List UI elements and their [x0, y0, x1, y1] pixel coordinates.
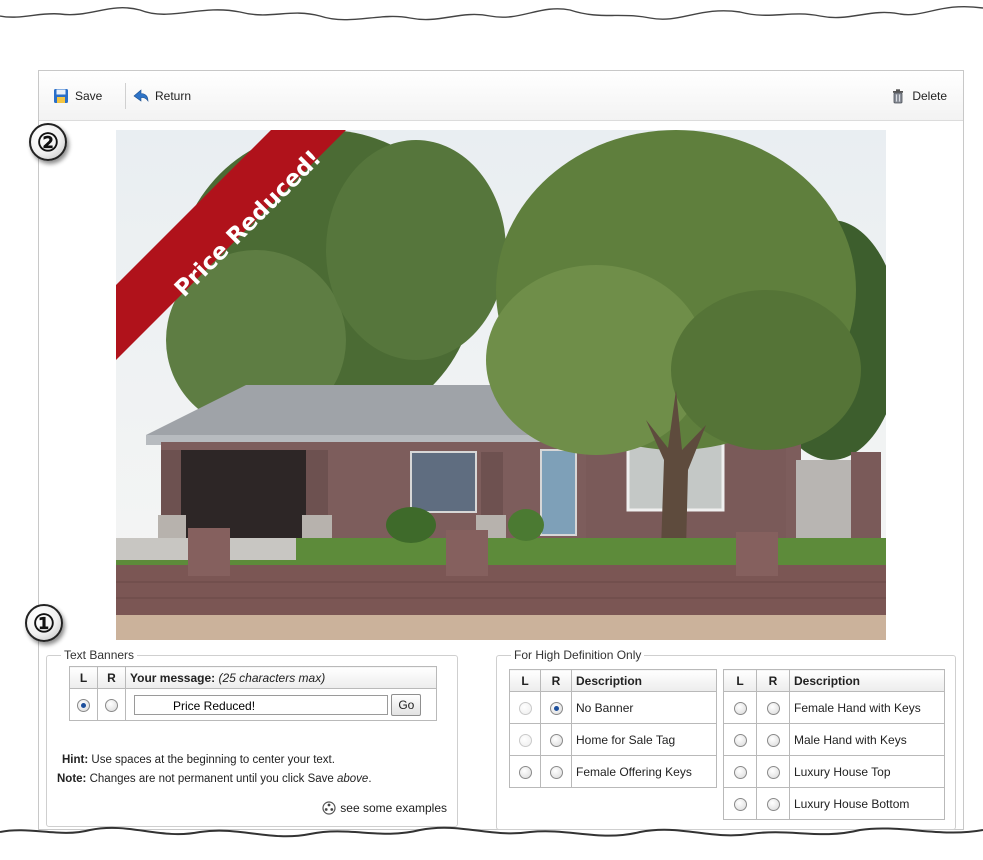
hd-left-col-r: R [540, 669, 572, 692]
torn-edge-top [0, 0, 983, 21]
male-hand-keys-right-radio[interactable] [766, 733, 780, 747]
message-cell: Go [125, 688, 437, 721]
toolbar: Save Return Delete [39, 71, 963, 121]
hd-row-luxury-house-top: Luxury House Top [723, 755, 945, 788]
hd-right-col-r: R [756, 669, 790, 692]
luxury-house-bottom-left-radio[interactable] [733, 797, 747, 811]
col-r-header: R [97, 666, 126, 689]
hd-description: Luxury House Top [789, 755, 945, 788]
banner-left-cell [69, 688, 98, 721]
home-for-sale-left-radio[interactable] [518, 733, 532, 747]
hd-row-male-hand-keys: Male Hand with Keys [723, 723, 945, 756]
delete-label: Delete [912, 89, 947, 103]
no-banner-right-radio[interactable] [549, 701, 563, 715]
see-examples-link[interactable]: see some examples [322, 801, 447, 815]
hd-right-table: L R Description Female Hand with Keys Ma… [723, 669, 945, 820]
female-offering-keys-left-radio[interactable] [518, 765, 532, 779]
banner-left-radio[interactable] [77, 698, 90, 712]
text-banners-fieldset: Text Banners L R Your message: (25 chara… [46, 648, 458, 827]
text-banner-table: L R Your message: (25 characters max) Go [69, 666, 437, 721]
note-label: Note: [57, 773, 87, 785]
return-label: Return [155, 89, 192, 103]
message-header-hint: (25 characters max) [218, 670, 326, 685]
back-arrow-icon [133, 89, 149, 102]
female-offering-keys-right-radio[interactable] [549, 765, 563, 779]
note-line: Note: Changes are not permanent until yo… [57, 773, 372, 785]
message-header-label: Your message: [130, 670, 216, 685]
note-emphasis: above [337, 773, 369, 785]
female-hand-keys-left-radio[interactable] [733, 701, 747, 715]
hd-row-female-hand-keys: Female Hand with Keys [723, 691, 945, 724]
return-button[interactable]: Return [133, 86, 191, 106]
toolbar-separator [125, 83, 126, 109]
note-text: Changes are not permanent until you clic… [89, 773, 334, 785]
hd-row-female-offering-keys: Female Offering Keys [509, 755, 717, 788]
hd-right-col-l: L [723, 669, 757, 692]
luxury-house-top-left-radio[interactable] [733, 765, 747, 779]
home-for-sale-right-radio[interactable] [549, 733, 563, 747]
callout-2: ② [29, 123, 67, 161]
hd-legend: For High Definition Only [511, 648, 645, 662]
trash-icon [893, 89, 904, 104]
hd-description: Home for Sale Tag [571, 723, 717, 756]
banner-right-cell [97, 688, 126, 721]
hd-fieldset: For High Definition Only L R Description… [496, 648, 956, 830]
go-button[interactable]: Go [391, 693, 422, 716]
luxury-house-top-right-radio[interactable] [766, 765, 780, 779]
hd-left-col-description: Description [571, 669, 717, 692]
hd-description: Female Hand with Keys [789, 691, 945, 724]
film-reel-icon [322, 801, 336, 815]
hd-row-home-for-sale: Home for Sale Tag [509, 723, 717, 756]
hint-label: Hint: [62, 754, 89, 766]
luxury-house-bottom-right-radio[interactable] [766, 797, 780, 811]
col-message-header: Your message: (25 characters max) [125, 666, 437, 689]
hd-description: Female Offering Keys [571, 755, 717, 788]
message-input[interactable] [134, 694, 388, 715]
text-banners-legend: Text Banners [61, 648, 138, 662]
hd-left-col-l: L [509, 669, 541, 692]
female-hand-keys-right-radio[interactable] [766, 701, 780, 715]
save-label: Save [75, 89, 103, 103]
see-examples-label: see some examples [340, 801, 447, 815]
no-banner-left-radio[interactable] [518, 701, 532, 715]
banner-right-radio[interactable] [105, 698, 118, 712]
delete-button[interactable]: Delete [890, 86, 947, 106]
hint-line: Hint: Use spaces at the beginning to cen… [62, 754, 335, 766]
hd-left-table: L R Description No Banner Home for Sale … [509, 669, 717, 788]
male-hand-keys-left-radio[interactable] [733, 733, 747, 747]
save-button[interactable]: Save [53, 86, 102, 106]
floppy-disk-icon [54, 89, 68, 103]
callout-1: ① [25, 604, 63, 642]
hd-right-col-description: Description [789, 669, 945, 692]
house-photo: Price Reduced! [116, 130, 886, 640]
hd-description: No Banner [571, 691, 717, 724]
hint-text: Use spaces at the beginning to center yo… [91, 754, 335, 766]
hd-description: Luxury House Bottom [789, 787, 945, 820]
hd-description: Male Hand with Keys [789, 723, 945, 756]
hd-row-no-banner: No Banner [509, 691, 717, 724]
col-l-header: L [69, 666, 98, 689]
hd-row-luxury-house-bottom: Luxury House Bottom [723, 787, 945, 820]
